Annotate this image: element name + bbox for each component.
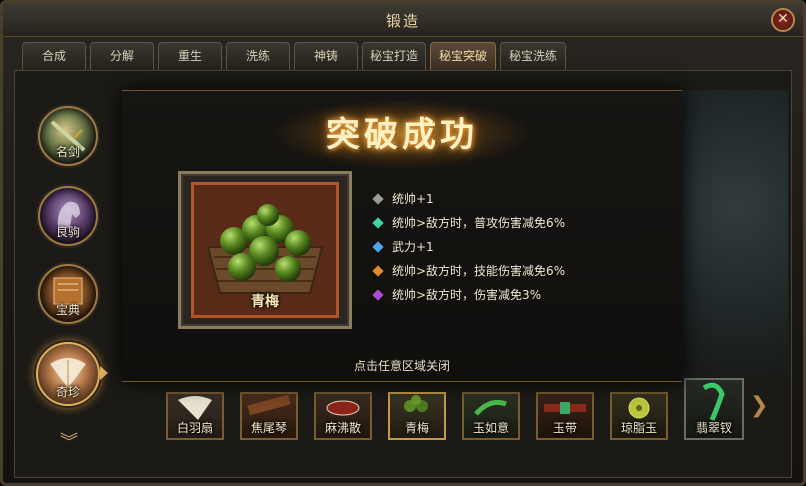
- popup-banner: 突破成功: [326, 115, 478, 155]
- attribute-text: 统帅>敌方时，普攻伤害减免6%: [392, 216, 566, 230]
- item-slot[interactable]: 玉带: [536, 392, 594, 440]
- sidebar-item-book[interactable]: 宝典: [38, 264, 98, 324]
- tab-treasure-breakthrough[interactable]: 秘宝突破: [430, 42, 496, 70]
- item-slot[interactable]: 琼脂玉: [610, 392, 668, 440]
- tab-decompose[interactable]: 分解: [90, 42, 154, 70]
- sidebar-item-label: 良驹: [55, 225, 80, 239]
- close-icon[interactable]: ✕: [771, 8, 795, 32]
- tab-synthesize[interactable]: 合成: [22, 42, 86, 70]
- item-slot[interactable]: 麻沸散: [314, 392, 372, 440]
- item-slot[interactable]: 青梅: [388, 392, 446, 440]
- attribute-row: 统帅+1: [372, 187, 565, 211]
- tab-refine[interactable]: 洗练: [226, 42, 290, 70]
- gem-icon: [372, 241, 384, 253]
- tab-rebirth[interactable]: 重生: [158, 42, 222, 70]
- attribute-text: 统帅>敌方时，技能伤害减免6%: [392, 264, 566, 278]
- attribute-row: 统帅>敌方时，技能伤害减免6%: [372, 259, 565, 283]
- item-label: 青梅: [404, 421, 429, 435]
- sidebar-item-horse[interactable]: 良驹: [38, 186, 98, 246]
- selected-indicator: [100, 366, 108, 380]
- item-label: 玉如意: [472, 421, 509, 435]
- attribute-text: 统帅+1: [392, 192, 434, 206]
- attribute-row: 统帅>敌方时，伤害减免3%: [372, 283, 565, 307]
- tab-treasure-refine[interactable]: 秘宝洗练: [500, 42, 566, 70]
- item-label: 焦尾琴: [250, 421, 287, 435]
- item-label: 麻沸散: [324, 421, 361, 435]
- sidebar-item-label: 宝典: [55, 303, 80, 317]
- sidebar-item-label: 奇珍: [55, 385, 80, 399]
- item-slot[interactable]: 白羽扇: [166, 392, 224, 440]
- item-label: 玉带: [552, 421, 577, 435]
- gem-icon: [372, 217, 384, 229]
- window-title: 锻造: [385, 12, 420, 30]
- item-slot[interactable]: 翡翠钗: [684, 378, 744, 440]
- attribute-row: 武力+1: [372, 235, 565, 259]
- item-frame: 青梅: [178, 171, 352, 329]
- item-label: 白羽扇: [176, 421, 213, 435]
- chevron-down-icon[interactable]: ︾: [54, 428, 84, 453]
- tab-divine-cast[interactable]: 神铸: [294, 42, 358, 70]
- popup-item-name: 青梅: [251, 294, 279, 310]
- attribute-text: 统帅>敌方时，伤害减免3%: [392, 288, 542, 302]
- item-slot[interactable]: 焦尾琴: [240, 392, 298, 440]
- attribute-list: 统帅+1 统帅>敌方时，普攻伤害减免6% 武力+1 统帅>敌方时，技能伤害减免6…: [372, 187, 565, 307]
- chevron-right-icon[interactable]: ❯: [750, 392, 772, 420]
- jade-hairpin-icon: [702, 382, 725, 421]
- gem-icon: [372, 289, 384, 301]
- sidebar-item-sword[interactable]: 名剑: [38, 106, 98, 166]
- item-label: 翡翠钗: [695, 421, 732, 435]
- attribute-row: 统帅>敌方时，普攻伤害减免6%: [372, 211, 565, 235]
- tab-treasure-forge[interactable]: 秘宝打造: [362, 42, 426, 70]
- title-bar: 锻造 ✕: [3, 3, 803, 37]
- gem-icon: [372, 193, 384, 205]
- sidebar-item-label: 名剑: [55, 145, 80, 159]
- sidebar-item-treasure[interactable]: 奇珍: [36, 342, 100, 406]
- close-hint: 点击任意区域关闭: [353, 359, 450, 373]
- gem-icon: [372, 265, 384, 277]
- item-slot[interactable]: 玉如意: [462, 392, 520, 440]
- item-portrait: 青梅: [191, 182, 339, 318]
- attribute-text: 武力+1: [392, 240, 434, 254]
- breakthrough-success-popup[interactable]: 突破成功 青梅 统帅+1 统帅>敌方时，普攻伤害减免6% 武力+1 统帅>敌方时…: [122, 90, 682, 382]
- item-label: 琼脂玉: [620, 421, 657, 435]
